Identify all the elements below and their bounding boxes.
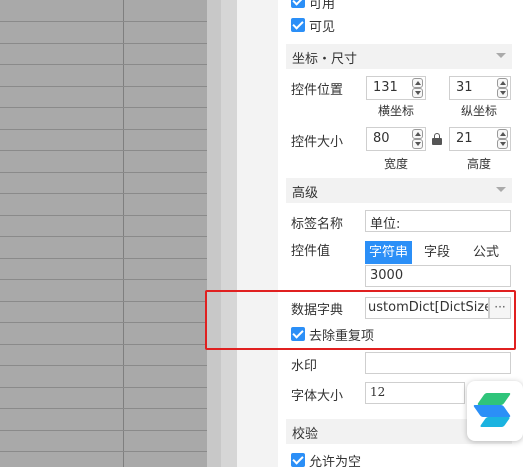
width-caption: 宽度 bbox=[384, 157, 409, 171]
chevron-down-icon bbox=[496, 187, 506, 192]
highlight-box bbox=[205, 290, 516, 350]
grid-row-line bbox=[0, 279, 207, 280]
y-position-stepper[interactable]: 31 bbox=[449, 76, 511, 100]
allow-empty-label: 允许为空 bbox=[309, 455, 362, 467]
vertical-scrollbar[interactable] bbox=[221, 0, 237, 467]
section-title: 坐标・尺寸 bbox=[292, 52, 358, 67]
decrement-icon[interactable] bbox=[412, 139, 423, 149]
panel-separator bbox=[237, 0, 278, 467]
decrement-icon[interactable] bbox=[412, 88, 423, 98]
grid-row-line bbox=[0, 451, 207, 452]
y-caption: 纵坐标 bbox=[461, 104, 498, 118]
visible-label: 可见 bbox=[309, 20, 336, 35]
section-title: 高级 bbox=[292, 186, 319, 201]
x-caption: 横坐标 bbox=[378, 104, 415, 118]
grid-row-line bbox=[0, 43, 207, 44]
increment-icon[interactable] bbox=[412, 78, 423, 88]
width-value: 80 bbox=[373, 131, 390, 146]
position-label: 控件位置 bbox=[291, 83, 344, 98]
grid-row-line bbox=[0, 258, 207, 259]
section-advanced[interactable]: 高级 bbox=[286, 178, 512, 203]
enabled-label: 可用 bbox=[309, 0, 336, 12]
section-title: 校验 bbox=[292, 427, 319, 442]
tag-name-input[interactable]: 单位: bbox=[365, 210, 511, 232]
width-stepper[interactable]: 80 bbox=[366, 127, 426, 151]
grid-row-line bbox=[0, 150, 207, 151]
x-position-stepper[interactable]: 131 bbox=[366, 76, 426, 100]
increment-icon[interactable] bbox=[497, 78, 508, 88]
enabled-checkbox[interactable] bbox=[291, 0, 305, 8]
control-value-label: 控件值 bbox=[291, 244, 331, 259]
font-size-input[interactable]: 12 bbox=[365, 382, 465, 404]
grid-row-line bbox=[0, 387, 207, 388]
x-position-value: 131 bbox=[373, 80, 398, 95]
grid-row-line bbox=[0, 86, 207, 87]
watermark-input[interactable] bbox=[365, 352, 511, 374]
y-position-value: 31 bbox=[456, 80, 473, 95]
grid-row-line bbox=[0, 236, 207, 237]
app-logo-icon[interactable] bbox=[467, 381, 523, 441]
spreadsheet-grid[interactable] bbox=[0, 0, 207, 467]
grid-row-line bbox=[0, 129, 207, 130]
grid-row-line bbox=[0, 322, 207, 323]
grid-row-line bbox=[0, 408, 207, 409]
tag-name-label: 标签名称 bbox=[291, 217, 344, 232]
grid-row-line bbox=[0, 172, 207, 173]
decrement-icon[interactable] bbox=[497, 88, 508, 98]
value-mode-string[interactable]: 字符串 bbox=[365, 241, 412, 264]
height-value: 21 bbox=[456, 131, 473, 146]
increment-icon[interactable] bbox=[412, 129, 423, 139]
grid-gutter bbox=[207, 0, 221, 467]
grid-row-line bbox=[0, 64, 207, 65]
grid-row-line bbox=[0, 301, 207, 302]
grid-row-line bbox=[0, 430, 207, 431]
value-mode-segmented[interactable]: 字符串 字段 公式 bbox=[365, 241, 511, 264]
lock-icon[interactable] bbox=[432, 133, 442, 145]
watermark-label: 水印 bbox=[291, 359, 318, 374]
grid-row-line bbox=[0, 107, 207, 108]
grid-row-line bbox=[0, 21, 207, 22]
font-size-label: 字体大小 bbox=[291, 389, 344, 404]
value-mode-formula[interactable]: 公式 bbox=[462, 241, 510, 264]
visible-checkbox[interactable] bbox=[291, 18, 305, 32]
increment-icon[interactable] bbox=[497, 129, 508, 139]
value-mode-field[interactable]: 字段 bbox=[414, 241, 460, 264]
grid-row-line bbox=[0, 215, 207, 216]
height-caption: 高度 bbox=[467, 157, 492, 171]
chevron-down-icon bbox=[496, 53, 506, 58]
grid-row-line bbox=[0, 344, 207, 345]
control-value-input[interactable]: 3000 bbox=[365, 265, 511, 287]
grid-column-line bbox=[123, 0, 124, 467]
section-position-size[interactable]: 坐标・尺寸 bbox=[286, 44, 512, 69]
allow-empty-checkbox[interactable] bbox=[291, 453, 305, 467]
grid-row-line bbox=[0, 193, 207, 194]
size-label: 控件大小 bbox=[291, 135, 344, 150]
decrement-icon[interactable] bbox=[497, 139, 508, 149]
grid-row-line bbox=[0, 365, 207, 366]
height-stepper[interactable]: 21 bbox=[449, 127, 511, 151]
